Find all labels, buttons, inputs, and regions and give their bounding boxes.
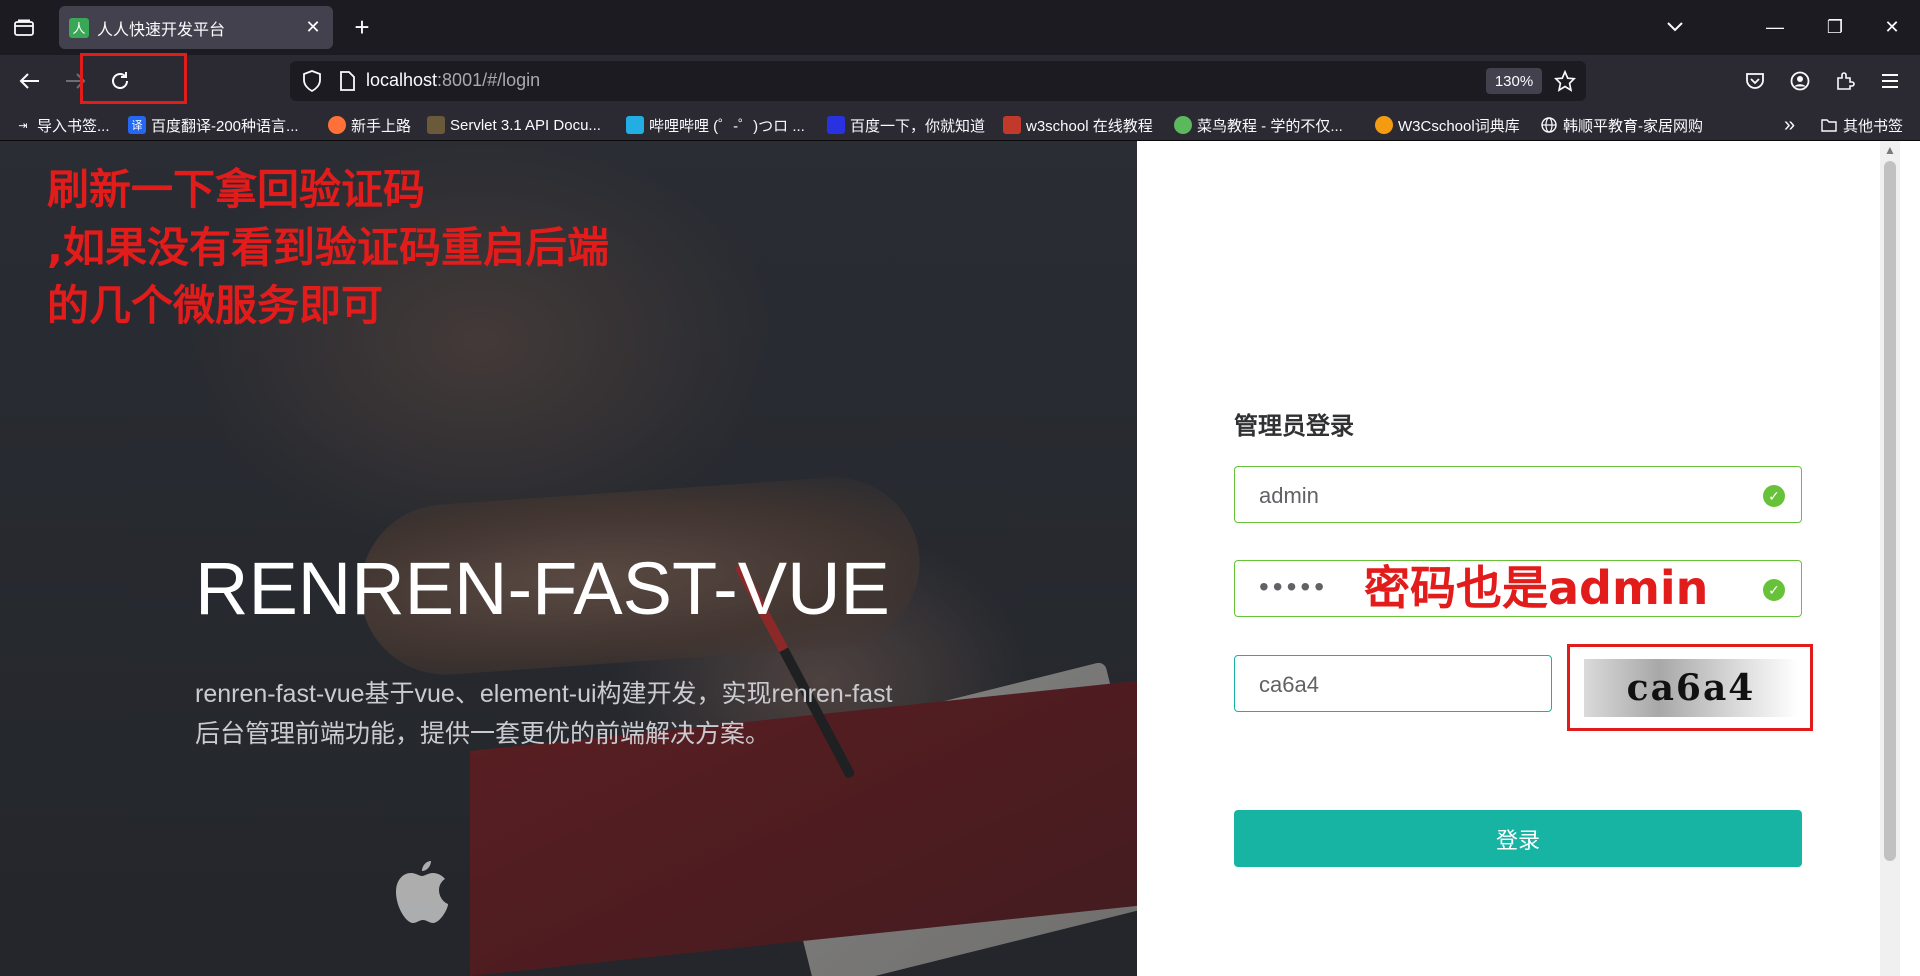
- tab-title: 人人快速开发平台: [97, 21, 226, 39]
- bookmark-baidu[interactable]: 百度一下，你就知道: [827, 114, 985, 136]
- new-tab-icon[interactable]: +: [347, 12, 377, 42]
- restore-icon[interactable]: ❐: [1815, 12, 1855, 42]
- captcha-field[interactable]: ca6a4: [1234, 655, 1552, 712]
- import-icon: ⇥: [18, 119, 28, 132]
- other-bookmarks-folder[interactable]: 其他书签: [1820, 114, 1903, 136]
- url-bar[interactable]: localhost:8001/#/login 130%: [290, 61, 1586, 101]
- w3cschool-icon: [1375, 116, 1393, 134]
- login-button[interactable]: 登录: [1234, 810, 1802, 867]
- bookmark-w3cschool[interactable]: W3Cschool词典库: [1375, 114, 1520, 136]
- baidu-translate-icon: 译: [128, 116, 146, 134]
- bookmark-servlet-api[interactable]: Servlet 3.1 API Docu...: [427, 114, 601, 136]
- reload-highlight-box: [80, 53, 187, 104]
- bilibili-icon: [626, 116, 644, 134]
- baidu-icon: [827, 116, 845, 134]
- back-icon[interactable]: [13, 65, 47, 97]
- captcha-value: ca6a4: [1259, 672, 1319, 697]
- pocket-icon[interactable]: [1738, 65, 1772, 97]
- valid-check-icon: ✓: [1763, 579, 1785, 601]
- page-info-icon[interactable]: [336, 70, 358, 92]
- zoom-level-badge[interactable]: 130%: [1486, 68, 1542, 94]
- page-scrollbar[interactable]: ▲: [1880, 141, 1900, 976]
- renren-favicon-icon: 人: [69, 17, 89, 38]
- captcha-highlight: ca6a4: [1567, 644, 1813, 731]
- browser-tab-bar: 人 人人快速开发平台 ✕ + — ❐ ✕: [0, 0, 1920, 55]
- bookmark-bilibili[interactable]: 哔哩哔哩 (゜-゜)つロ ...: [626, 114, 805, 136]
- bookmarks-overflow-chevron-icon[interactable]: »: [1784, 114, 1795, 136]
- bookmark-star-icon[interactable]: [1552, 68, 1578, 94]
- runoob-icon: [1174, 116, 1192, 134]
- bookmark-baidu-translate[interactable]: 译百度翻译-200种语言...: [128, 114, 299, 136]
- bookmark-runoob[interactable]: 菜鸟教程 - 学的不仅...: [1174, 114, 1343, 136]
- bookmark-w3school[interactable]: w3school 在线教程: [1003, 114, 1153, 136]
- password-annotation: 密码也是admin: [1364, 561, 1709, 615]
- tracking-protection-shield-icon[interactable]: [300, 69, 324, 93]
- navigation-toolbar: localhost:8001/#/login 130%: [0, 55, 1920, 107]
- minimize-icon[interactable]: —: [1755, 12, 1795, 42]
- account-icon[interactable]: [1783, 65, 1817, 97]
- bookmark-import[interactable]: ⇥ 导入书签...: [14, 114, 109, 136]
- servlet-icon: [427, 116, 445, 134]
- password-mask: •••••: [1259, 571, 1329, 602]
- refresh-annotation: 刷新一下拿回验证码 ,如果没有看到验证码重启后端 的几个微服务即可: [47, 165, 609, 330]
- menu-hamburger-icon[interactable]: [1873, 65, 1907, 97]
- hero-description: renren-fast-vue基于vue、element-ui构建开发，实现re…: [195, 680, 893, 748]
- bookmark-hanshunping[interactable]: 韩顺平教育-家居网购: [1540, 114, 1703, 136]
- bookmark-getting-started[interactable]: 新手上路: [328, 114, 411, 136]
- list-all-tabs-chevron-icon[interactable]: [1655, 12, 1695, 42]
- username-field[interactable]: admin ✓: [1234, 466, 1802, 523]
- tab-list-icon[interactable]: [8, 12, 40, 44]
- bookmarks-toolbar: ⇥ 导入书签... 译百度翻译-200种语言... 新手上路 Servlet 3.…: [0, 107, 1920, 141]
- url-text: localhost:8001/#/login: [366, 70, 541, 90]
- folder-icon: [1820, 116, 1838, 134]
- extensions-icon[interactable]: [1828, 65, 1862, 97]
- tab-close-icon[interactable]: ✕: [303, 17, 323, 38]
- captcha-image[interactable]: ca6a4: [1584, 659, 1798, 717]
- valid-check-icon: ✓: [1763, 485, 1785, 507]
- close-window-icon[interactable]: ✕: [1872, 12, 1912, 42]
- w3school-icon: [1003, 116, 1021, 134]
- username-value: admin: [1259, 483, 1319, 508]
- hero-background-image: RENREN-FAST-VUE renren-fast-vue基于vue、ele…: [0, 141, 1165, 976]
- apple-logo-icon: [392, 859, 452, 927]
- firefox-icon: [328, 116, 346, 134]
- scrollbar-thumb[interactable]: [1884, 161, 1896, 861]
- globe-icon: [1540, 116, 1558, 134]
- hero-title: RENREN-FAST-VUE: [195, 547, 890, 630]
- scroll-up-icon[interactable]: ▲: [1880, 143, 1900, 159]
- login-title: 管理员登录: [1234, 413, 1354, 440]
- active-tab[interactable]: 人 人人快速开发平台 ✕: [59, 6, 333, 49]
